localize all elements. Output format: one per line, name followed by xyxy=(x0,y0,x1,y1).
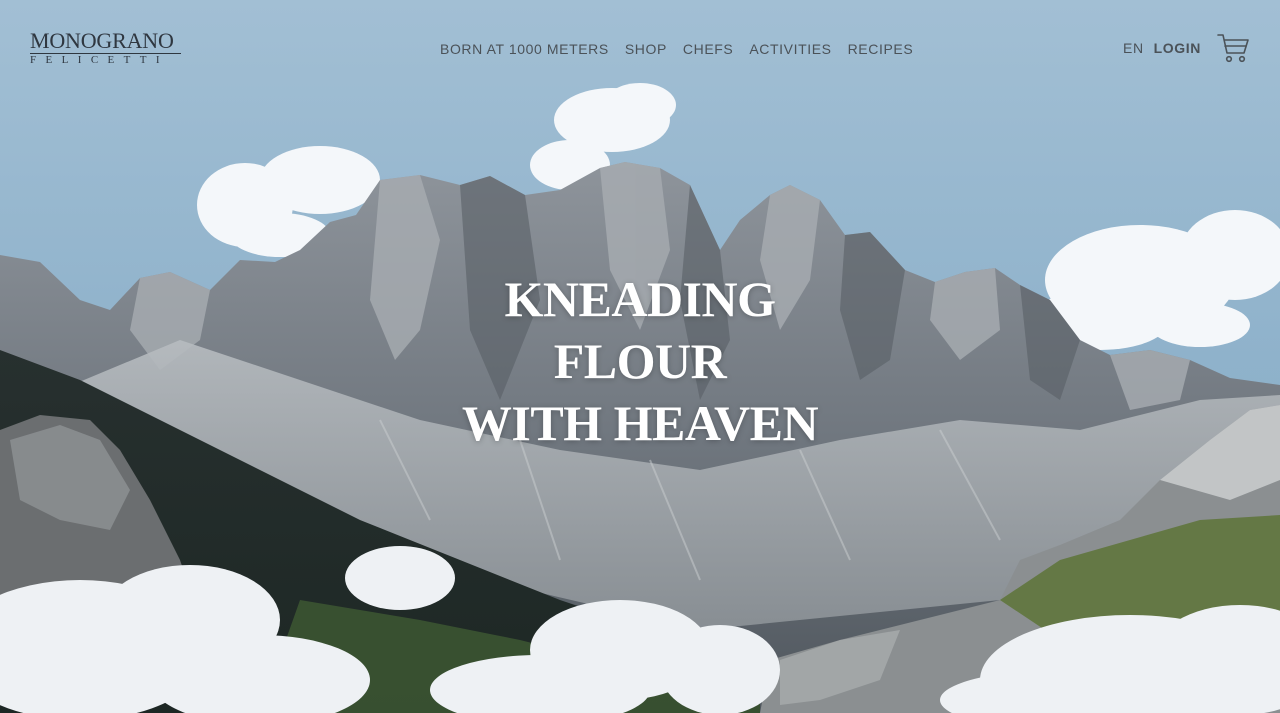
login-link[interactable]: LOGIN xyxy=(1154,39,1201,57)
brand-name: MONOGRANO xyxy=(30,28,174,53)
nav-item-shop[interactable]: SHOP xyxy=(625,40,667,58)
cart-icon xyxy=(1217,34,1249,63)
header-actions: EN LOGIN xyxy=(1123,32,1250,64)
cart-button[interactable] xyxy=(1217,32,1250,64)
headline-line-1: KNEADING xyxy=(504,271,776,327)
nav-item-chefs[interactable]: CHEFS xyxy=(683,40,733,58)
brand-subname: FELICETTI xyxy=(30,54,169,66)
nav-item-activities[interactable]: ACTIVITIES xyxy=(749,40,831,58)
headline-line-3: WITH HEAVEN xyxy=(461,395,819,451)
hero-headline: KNEADING FLOUR WITH HEAVEN xyxy=(340,268,940,454)
main-nav: BORN AT 1000 METERS SHOP CHEFS ACTIVITIE… xyxy=(440,40,929,58)
nav-item-recipes[interactable]: RECIPES xyxy=(848,40,914,58)
headline-line-2: FLOUR xyxy=(553,333,727,389)
nav-item-born-at-1000-meters[interactable]: BORN AT 1000 METERS xyxy=(440,40,609,58)
site-header: MONOGRANO FELICETTI BORN AT 1000 METERS … xyxy=(0,0,1280,96)
language-selector[interactable]: EN xyxy=(1123,39,1144,57)
brand-logo[interactable]: MONOGRANO FELICETTI xyxy=(30,30,182,66)
